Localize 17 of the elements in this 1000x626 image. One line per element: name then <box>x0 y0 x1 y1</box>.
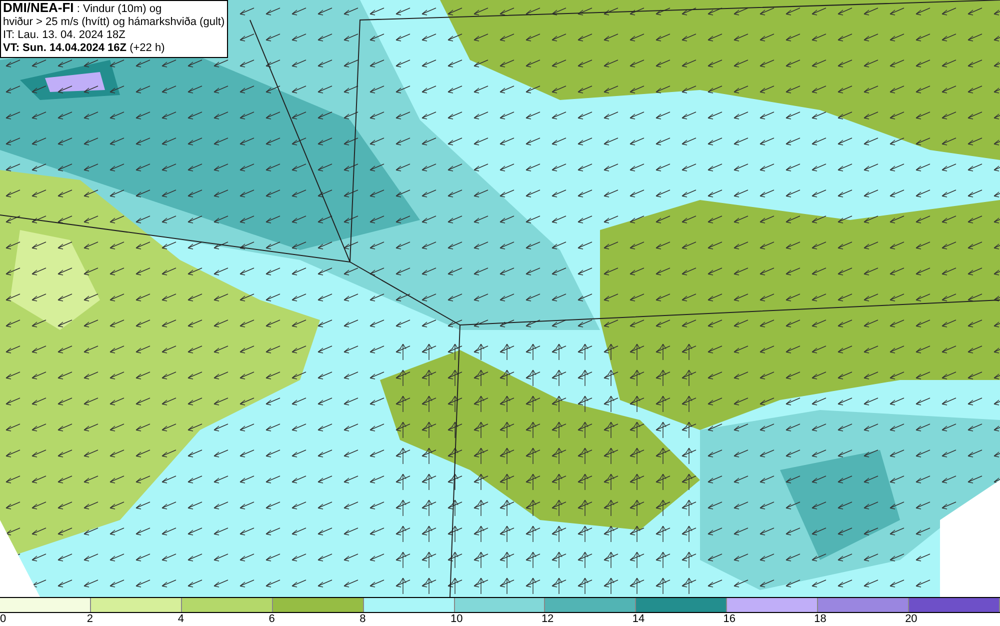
legend-tick-label: 2 <box>86 613 94 625</box>
model-name: DMI/NEA-FI <box>3 0 74 15</box>
legend-tick-label: 16 <box>723 613 736 625</box>
legend-tick-label: 0 <box>0 613 6 625</box>
title-text: : Vindur (10m) og <box>76 3 162 15</box>
legend-tick-label: 8 <box>360 613 366 625</box>
legend-tick-label: 10 <box>450 613 463 625</box>
valid-time: VT: Sun. 14.04.2024 16Z <box>3 42 127 54</box>
legend-tick-label: 6 <box>268 613 275 625</box>
forecast-offset: (+22 h) <box>130 42 165 54</box>
issue-time: IT: Lau. 13. 04. 2024 18Z <box>3 29 126 42</box>
legend-tick-label: 14 <box>632 613 645 625</box>
subtitle-text: hviður > 25 m/s (hvítt) og hámarkshviða (gult) <box>3 16 225 29</box>
legend-tick-label: 20 <box>905 613 918 625</box>
legend-tick-label: 12 <box>541 613 554 625</box>
legend-tick-label: 4 <box>178 613 184 625</box>
legend-tick-label: 18 <box>814 613 826 625</box>
